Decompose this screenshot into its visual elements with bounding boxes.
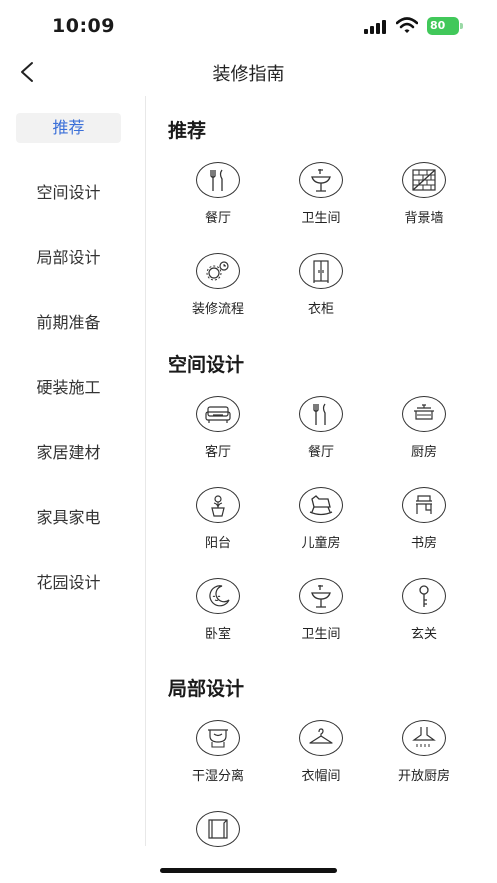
sidebar-item-local-design[interactable]: 局部设计 — [16, 243, 121, 273]
grid-item-dining-room-2[interactable]: 餐厅 — [271, 396, 371, 471]
sidebar-item-garden-design[interactable]: 花园设计 — [16, 568, 121, 598]
grid-item-label: 干湿分离 — [191, 769, 244, 784]
washbasin-icon — [299, 162, 343, 198]
sidebar-item-hard-decoration[interactable]: 硬装施工 — [16, 373, 121, 403]
grid-item-label: 餐厅 — [307, 445, 334, 460]
status-time: 10:09 — [52, 15, 115, 37]
sidebar: 推荐 空间设计 局部设计 前期准备 硬装施工 家居建材 家具家电 花园设计 — [0, 96, 145, 846]
grid-item-entryway[interactable]: 玄关 — [374, 578, 474, 653]
grid-item-label: 玄关 — [410, 627, 437, 642]
grid-item-label: 衣柜 — [307, 302, 334, 317]
grid-item-wardrobe[interactable]: 衣柜 — [271, 253, 371, 328]
grid-item-label: 餐厅 — [204, 211, 231, 226]
grid-item-label: 卫生间 — [301, 211, 341, 226]
battery-icon: 80 — [427, 17, 463, 35]
page-title: 装修指南 — [212, 64, 285, 85]
grid-item-open-kitchen[interactable]: 开放厨房 — [374, 720, 474, 795]
section-title-space-design: 空间设计 — [168, 354, 245, 376]
grid-item-bathroom-2[interactable]: 卫生间 — [271, 578, 371, 653]
sidebar-item-building-materials[interactable]: 家居建材 — [16, 438, 121, 468]
sidebar-item-preparation[interactable]: 前期准备 — [16, 308, 121, 338]
desk-icon — [402, 487, 446, 523]
range-hood-icon — [402, 720, 446, 756]
cellular-signal-icon — [364, 20, 386, 34]
screen: 10:09 80 装修指南 推荐 空间设计 局部设计 前期准备 硬装施工 家居建… — [0, 0, 497, 883]
washbasin-icon — [299, 578, 343, 614]
key-icon — [402, 578, 446, 614]
gears-clock-icon — [196, 253, 240, 289]
grid-item-label: 开放厨房 — [397, 769, 450, 784]
fork-knife-icon — [299, 396, 343, 432]
sidebar-item-space-design[interactable]: 空间设计 — [16, 178, 121, 208]
status-bar: 10:09 80 — [0, 0, 497, 52]
grid-item-kitchen[interactable]: 厨房 — [374, 396, 474, 471]
grid-item-label: 卫生间 — [301, 627, 341, 642]
grid-item-balcony[interactable]: 阳台 — [168, 487, 268, 562]
grid-item-label: 儿童房 — [301, 536, 341, 551]
grid-item-living-room[interactable]: 客厅 — [168, 396, 268, 471]
battery-level: 80 — [427, 17, 459, 35]
grid-item-label: 卧室 — [204, 627, 231, 642]
grid-item-label: 阳台 — [204, 536, 231, 551]
nav-bar: 装修指南 — [0, 52, 497, 94]
wall-panel-icon — [196, 811, 240, 847]
fork-knife-icon — [196, 162, 240, 198]
grid-item-label: 衣帽间 — [301, 769, 341, 784]
brick-wall-icon — [402, 162, 446, 198]
sidebar-item-furniture-appliances[interactable]: 家具家电 — [16, 503, 121, 533]
shower-screen-icon — [196, 720, 240, 756]
grid-item-cloakroom[interactable]: 衣帽间 — [271, 720, 371, 795]
grid-item-label: 背景墙 — [404, 211, 444, 226]
grid-item-label: 客厅 — [204, 445, 231, 460]
grid-item-kids-room[interactable]: 儿童房 — [271, 487, 371, 562]
grid-item-bathroom[interactable]: 卫生间 — [271, 162, 371, 237]
category-content: 推荐 餐厅 卫生间 背景墙 装修流程 衣柜 空间设计 客厅 餐厅 厨房 阳台 儿… — [146, 96, 497, 847]
wardrobe-icon — [299, 253, 343, 289]
section-title-local-design: 局部设计 — [168, 678, 245, 700]
wifi-icon — [396, 17, 418, 33]
rocking-horse-icon — [299, 487, 343, 523]
grid-item-renovation-process[interactable]: 装修流程 — [168, 253, 268, 328]
moon-icon — [196, 578, 240, 614]
grid-item-dining-room[interactable]: 餐厅 — [168, 162, 268, 237]
potted-plant-icon — [196, 487, 240, 523]
grid-item-label: 厨房 — [410, 445, 437, 460]
grid-item-wet-dry-separation[interactable]: 干湿分离 — [168, 720, 268, 795]
grid-item-study[interactable]: 书房 — [374, 487, 474, 562]
hanger-icon — [299, 720, 343, 756]
sidebar-item-recommend[interactable]: 推荐 — [16, 113, 121, 143]
sofa-icon — [196, 396, 240, 432]
grid-item-label: 书房 — [410, 536, 437, 551]
grid-item-label: 装修流程 — [191, 302, 244, 317]
grid-item-feature-wall[interactable]: 背景墙 — [374, 162, 474, 237]
section-title-recommend: 推荐 — [168, 120, 207, 142]
home-indicator[interactable] — [160, 868, 337, 873]
grid-item-bedroom[interactable]: 卧室 — [168, 578, 268, 653]
cooking-pot-icon — [402, 396, 446, 432]
